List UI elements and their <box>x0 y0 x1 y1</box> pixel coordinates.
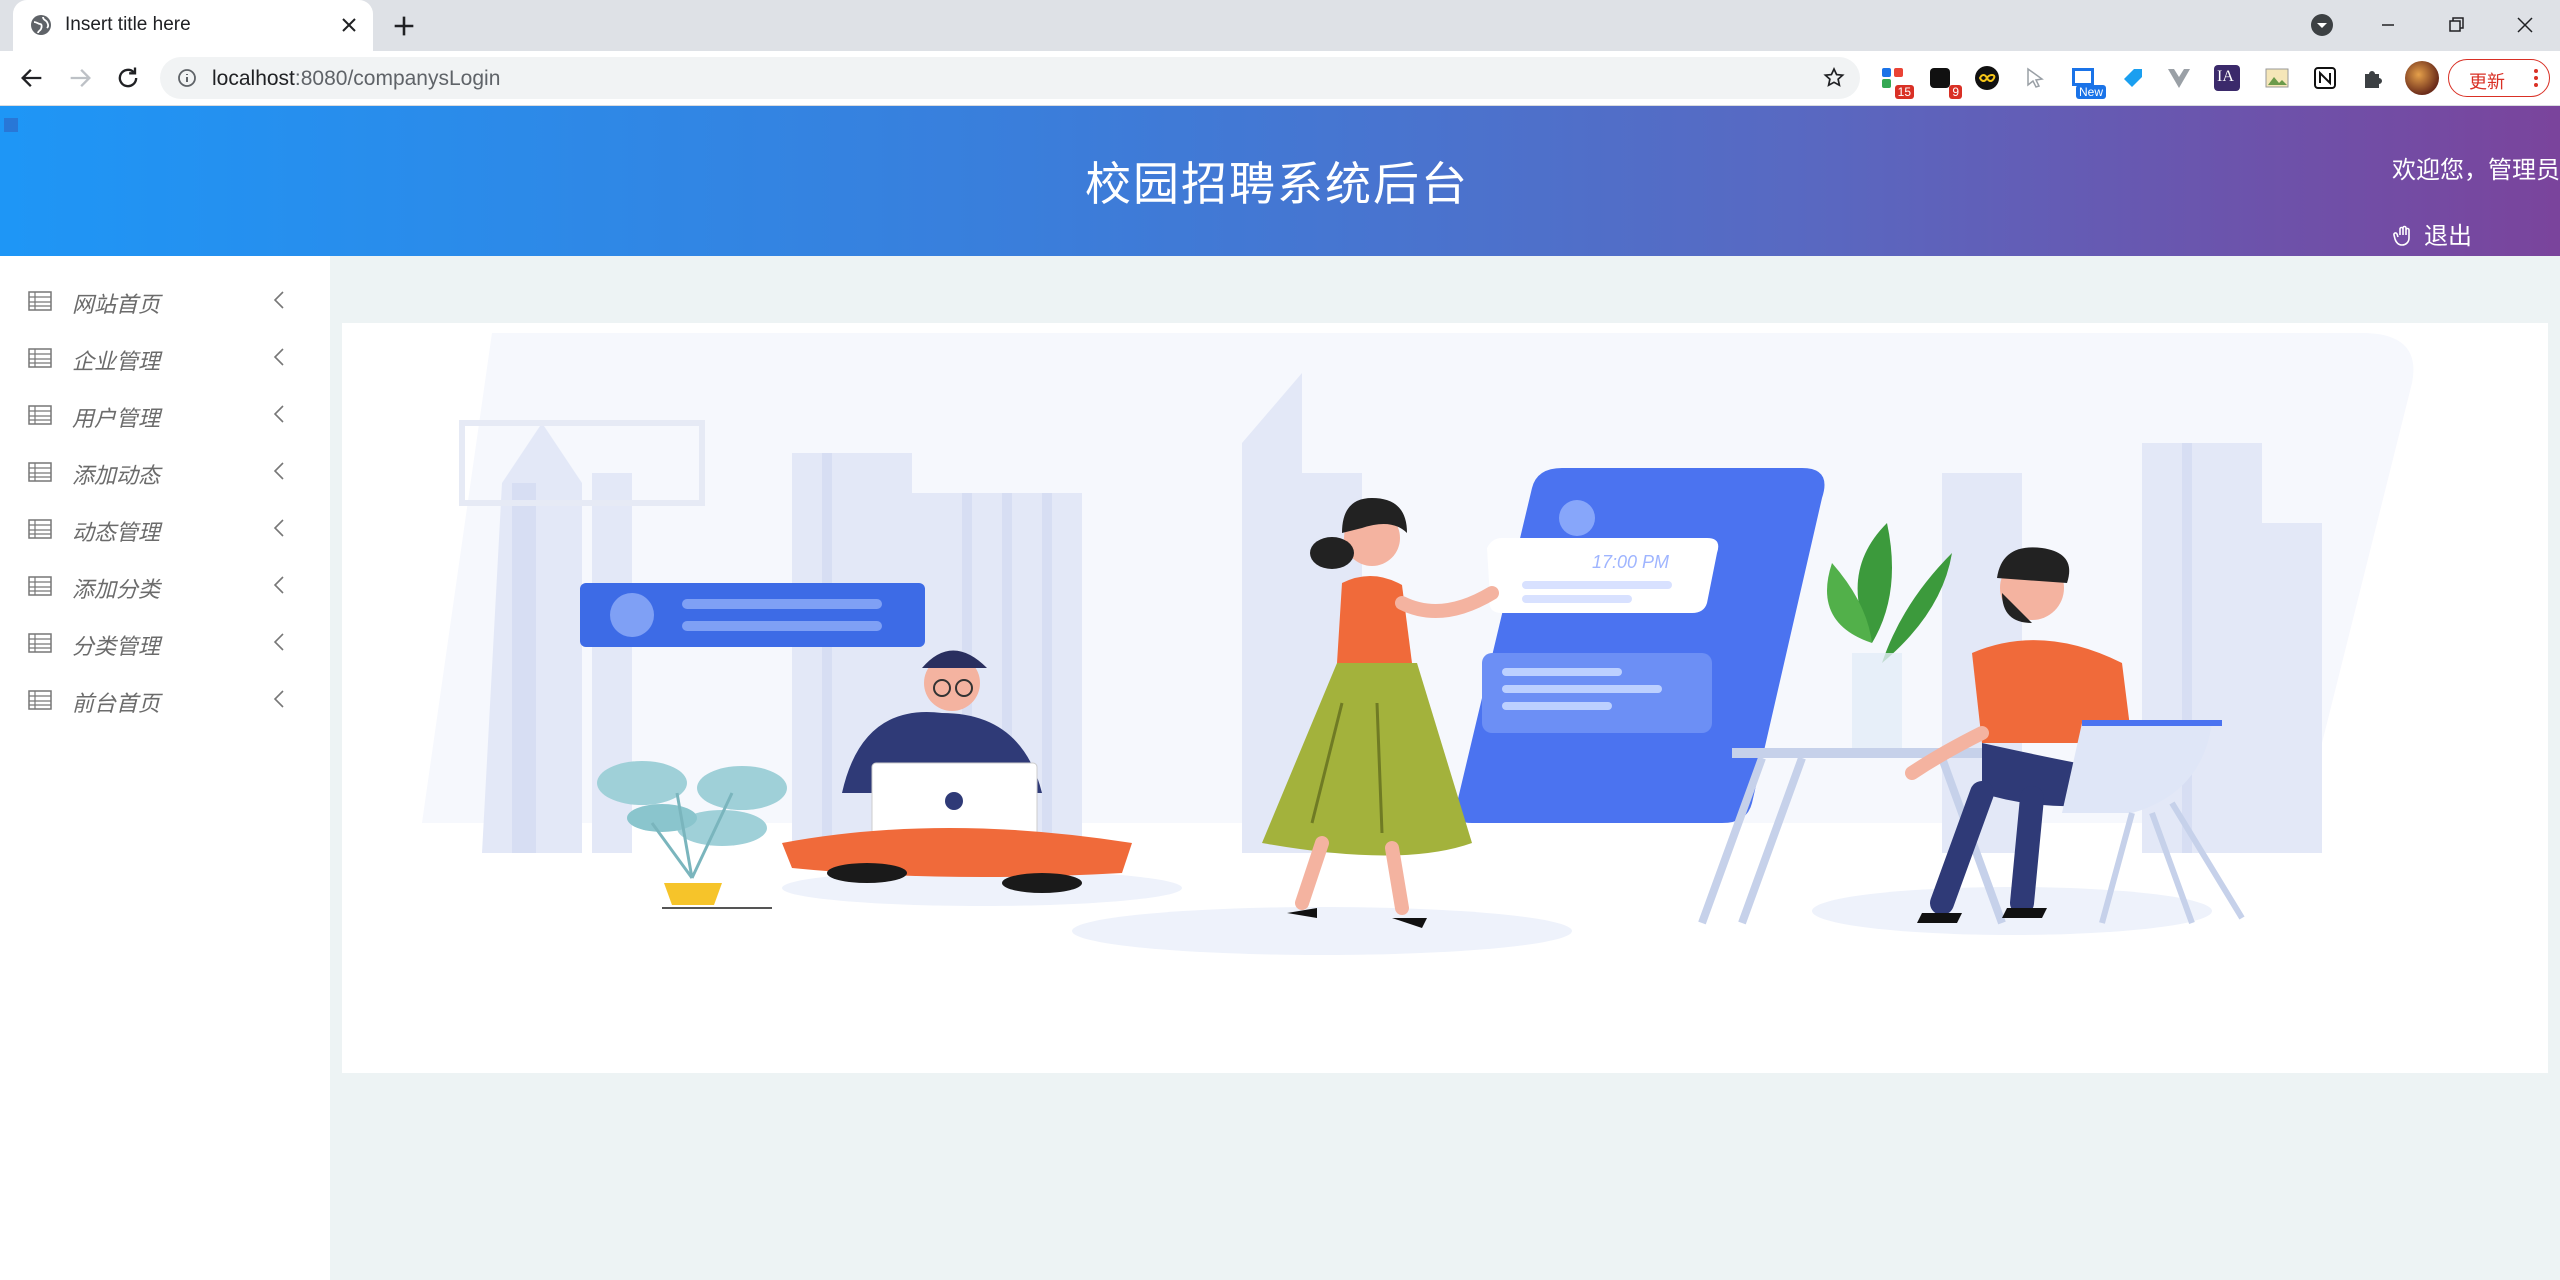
welcome-text: 欢迎您，管理员 <box>2392 156 2560 184</box>
chevron-left-icon <box>273 405 284 423</box>
extension-icon[interactable] <box>2264 65 2290 91</box>
vue-icon <box>2168 69 2190 88</box>
sidebar: 网站首页 企业管理 用户管理 添加动态 动态管理 添加分类 分类管理 前台首页 <box>0 256 330 1280</box>
infinity-icon <box>1975 66 1999 90</box>
image-icon <box>2265 68 2289 88</box>
extension-icon[interactable]: 9 <box>1928 65 1962 99</box>
sidebar-item-company-management[interactable]: 企业管理 <box>0 328 330 385</box>
puzzle-icon <box>2365 71 2382 88</box>
update-label: 更新 <box>2469 72 2505 93</box>
close-icon[interactable] <box>337 13 361 37</box>
extension-icon[interactable] <box>2312 65 2338 91</box>
info-icon[interactable] <box>176 67 198 89</box>
new-tab-icon[interactable] <box>390 12 418 40</box>
address-bar[interactable]: localhost:8080/companysLogin <box>160 57 1860 99</box>
sidebar-item-add-news[interactable]: 添加动态 <box>0 442 330 499</box>
profile-avatar[interactable] <box>2405 61 2439 95</box>
sidebar-item-label: 网站首页 <box>72 293 161 318</box>
table-icon <box>28 462 52 482</box>
sidebar-item-label: 添加分类 <box>72 578 161 603</box>
table-icon <box>28 405 52 425</box>
welcome-banner: 17:00 PM <box>342 323 2548 1073</box>
chevron-left-icon <box>273 690 284 708</box>
header-corner-mark <box>4 118 18 132</box>
sidebar-item-label: 添加动态 <box>72 464 161 489</box>
extension-icon[interactable]: 15 <box>1880 65 1914 99</box>
browser-tab[interactable]: Insert title here <box>13 0 373 51</box>
sidebar-item-category-management[interactable]: 分类管理 <box>0 613 330 670</box>
sidebar-item-user-management[interactable]: 用户管理 <box>0 385 330 442</box>
notion-icon <box>2314 67 2336 89</box>
url-text: localhost:8080/companysLogin <box>212 67 501 90</box>
browser-tabstrip: Insert title here <box>0 0 2560 51</box>
sidebar-item-label: 前台首页 <box>72 692 161 717</box>
app-header: 校园招聘系统后台 欢迎您，管理员 退出 <box>0 106 2560 256</box>
chevron-left-icon <box>273 348 284 366</box>
browser-toolbar: localhost:8080/companysLogin 15 9 New IA… <box>0 51 2560 106</box>
minimize-icon[interactable] <box>2373 10 2403 40</box>
sidebar-item-frontend-home[interactable]: 前台首页 <box>0 670 330 727</box>
back-icon[interactable] <box>18 64 46 92</box>
sidebar-item-label: 动态管理 <box>72 521 161 546</box>
page-title: 校园招聘系统后台 <box>1085 157 1469 211</box>
more-vert-icon <box>2534 69 2538 87</box>
extension-badge: New <box>2075 85 2106 99</box>
tab-search-icon[interactable] <box>2307 10 2337 40</box>
bookmark-star-icon[interactable] <box>1822 66 1846 90</box>
sidebar-item-label: 企业管理 <box>72 350 161 375</box>
tag-icon <box>2124 69 2142 87</box>
globe-icon <box>31 15 51 35</box>
sidebar-item-home[interactable]: 网站首页 <box>0 271 330 328</box>
table-icon <box>28 348 52 368</box>
sidebar-item-news-management[interactable]: 动态管理 <box>0 499 330 556</box>
extension-icon[interactable] <box>2360 65 2386 91</box>
extension-icon[interactable] <box>1974 65 2000 91</box>
extension-icon[interactable] <box>2022 65 2048 91</box>
extension-badge: 15 <box>1894 85 1914 99</box>
ia-label: IA <box>2217 68 2234 85</box>
table-icon <box>28 519 52 539</box>
forward-icon[interactable] <box>66 64 94 92</box>
chevron-left-icon <box>273 291 284 309</box>
chevron-left-icon <box>273 576 284 594</box>
extension-icon[interactable]: New <box>2070 65 2106 99</box>
table-icon <box>28 690 52 710</box>
tab-title: Insert title here <box>65 14 191 35</box>
extension-icon[interactable] <box>2120 65 2146 91</box>
table-icon <box>28 291 52 311</box>
chevron-left-icon <box>273 633 284 651</box>
extension-icon[interactable]: IA <box>2214 65 2240 91</box>
logout-label: 退出 <box>2424 222 2472 250</box>
clock-text: 17:00 PM <box>1592 552 1669 572</box>
restore-icon[interactable] <box>2441 10 2471 40</box>
office-illustration: 17:00 PM <box>422 333 2414 955</box>
update-button[interactable]: 更新 <box>2448 59 2550 97</box>
cursor-icon <box>2027 67 2044 88</box>
logout-link[interactable]: 退出 <box>2392 216 2472 251</box>
chevron-left-icon <box>273 519 284 537</box>
sidebar-item-label: 分类管理 <box>72 635 161 660</box>
chevron-left-icon <box>273 462 284 480</box>
window-close-icon[interactable] <box>2510 10 2540 40</box>
table-icon <box>28 576 52 596</box>
hand-icon <box>2393 225 2410 246</box>
extension-badge: 9 <box>1949 85 1962 99</box>
sidebar-item-add-category[interactable]: 添加分类 <box>0 556 330 613</box>
table-icon <box>28 633 52 653</box>
extension-icon[interactable] <box>2166 65 2192 91</box>
reload-icon[interactable] <box>114 64 142 92</box>
sidebar-item-label: 用户管理 <box>72 407 161 432</box>
